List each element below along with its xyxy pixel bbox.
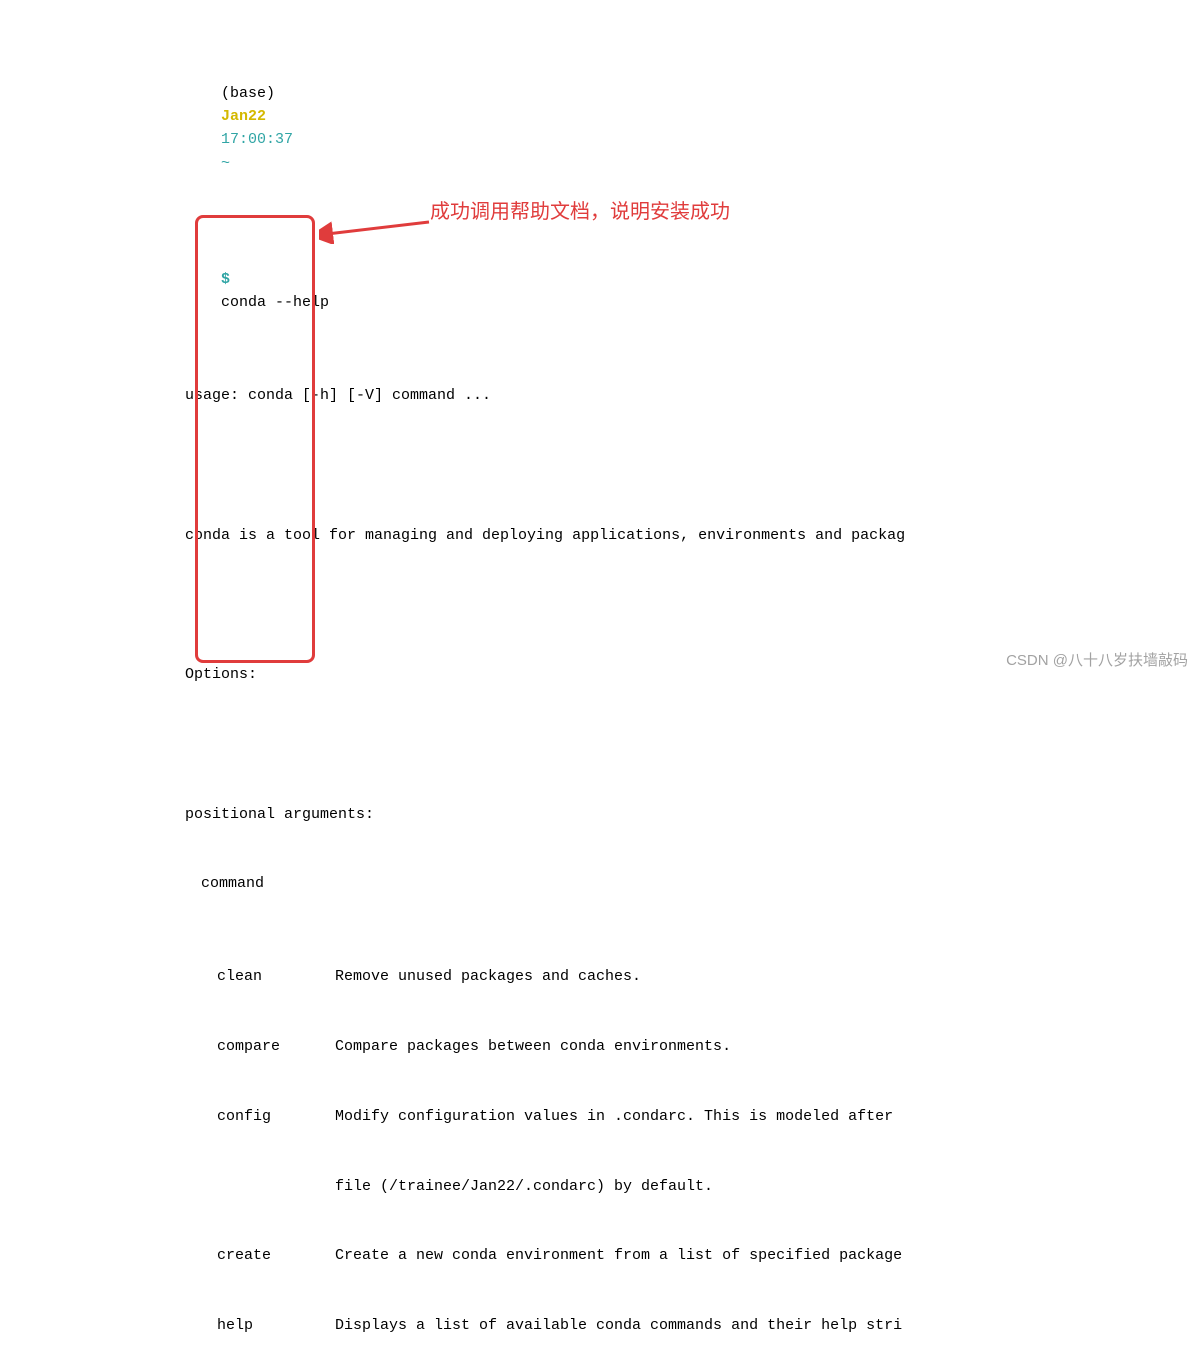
positional-header: positional arguments: (185, 803, 1200, 826)
subcommand-row: clean Remove unused packages and caches. (185, 965, 1200, 988)
subcommand-row: compare Compare packages between conda e… (185, 1035, 1200, 1058)
prompt-line: (base) Jan22 17:00:37 ~ (185, 59, 1200, 199)
blank-line (185, 593, 1200, 616)
blank-line (185, 454, 1200, 477)
subcommand-name: clean (185, 965, 335, 988)
subcommand-row: create Create a new conda environment fr… (185, 1244, 1200, 1267)
subcommand-row: config Modify configuration values in .c… (185, 1105, 1200, 1128)
command-line: $ conda --help (185, 245, 1200, 338)
blank-line (185, 733, 1200, 756)
usage-line: usage: conda [-h] [-V] command ... (185, 384, 1200, 407)
time-label: 17:00:37 (221, 131, 293, 148)
subcommand-desc: Remove unused packages and caches. (335, 965, 1200, 988)
subcommand-name: config (185, 1105, 335, 1128)
subcommand-row: file (/trainee/Jan22/.condarc) by defaul… (185, 1175, 1200, 1198)
user-label: Jan22 (221, 108, 266, 125)
description-line: conda is a tool for managing and deployi… (185, 524, 1200, 547)
subcommand-desc: Compare packages between conda environme… (335, 1035, 1200, 1058)
entered-command: conda --help (221, 294, 329, 311)
prompt-symbol: $ (221, 271, 230, 288)
subcommand-name: compare (185, 1035, 335, 1058)
subcommand-desc: file (/trainee/Jan22/.condarc) by defaul… (335, 1175, 1200, 1198)
subcommand-name: help (185, 1314, 335, 1337)
subcommand-desc: Modify configuration values in .condarc.… (335, 1105, 1200, 1128)
subcommand-name: create (185, 1244, 335, 1267)
subcommand-desc: Displays a list of available conda comma… (335, 1314, 1200, 1337)
subcommand-row: help Displays a list of available conda … (185, 1314, 1200, 1337)
terminal-output[interactable]: (base) Jan22 17:00:37 ~ $ conda --help u… (185, 12, 1200, 1360)
watermark-text: CSDN @八十八岁扶墙敲码 (1006, 649, 1188, 672)
command-group-label: command (185, 872, 1200, 895)
subcommand-desc: Create a new conda environment from a li… (335, 1244, 1200, 1267)
subcommand-name (185, 1175, 335, 1198)
env-label: (base) (221, 85, 275, 102)
path-label: ~ (221, 155, 230, 172)
